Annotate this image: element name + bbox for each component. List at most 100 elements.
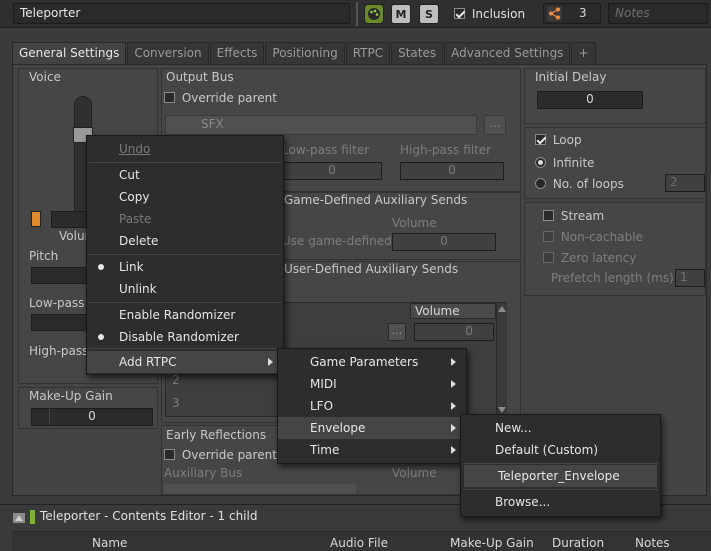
output-bus-selector[interactable]: SFX: [165, 115, 477, 135]
pitch-field[interactable]: [31, 267, 91, 284]
submenu-item-midi[interactable]: MIDI: [278, 373, 466, 395]
tab-effects[interactable]: Effects: [209, 42, 265, 64]
stream-toggle[interactable]: Stream: [543, 209, 604, 223]
context-menu: Undo Cut Copy Paste Delete Link Unlink E…: [86, 135, 284, 375]
non-cachable-label: Non-cachable: [560, 230, 643, 244]
menu-separator: [89, 348, 281, 349]
loop-toggle[interactable]: Loop: [535, 133, 582, 147]
output-bus-override[interactable]: Override parent: [164, 91, 277, 105]
zero-latency-toggle[interactable]: Zero latency: [543, 251, 636, 265]
col-duration[interactable]: Duration: [552, 536, 604, 550]
tab-positioning[interactable]: Positioning: [265, 42, 345, 64]
menu-separator: [463, 489, 658, 490]
menu-item-add-rtpc[interactable]: Add RTPC: [87, 351, 283, 373]
menu-item-disable-randomizer[interactable]: Disable Randomizer: [87, 326, 283, 348]
color-palette-button[interactable]: [364, 4, 384, 24]
zero-latency-checkbox[interactable]: [543, 252, 554, 263]
scroll-down-icon[interactable]: [498, 407, 506, 413]
solo-button[interactable]: S: [419, 4, 439, 24]
col-notes[interactable]: Notes: [635, 536, 670, 550]
submenu-item-game-parameters[interactable]: Game Parameters: [278, 351, 466, 373]
menu-item-enable-randomizer[interactable]: Enable Randomizer: [87, 304, 283, 326]
user-aux-row-2[interactable]: 2: [172, 373, 180, 387]
tab-states[interactable]: States: [391, 42, 444, 64]
user-aux-sends-title: User-Defined Auxiliary Sends: [284, 262, 459, 276]
output-bus-override-checkbox[interactable]: [164, 92, 175, 103]
loop-group: Loop Infinite No. of loops 2: [524, 127, 706, 199]
envelope-item-teleporter-envelope[interactable]: Teleporter_Envelope: [464, 465, 657, 487]
loop-count-radio[interactable]: [535, 178, 546, 189]
menu-item-undo[interactable]: Undo: [87, 138, 283, 160]
tab-advanced-settings[interactable]: Advanced Settings: [444, 42, 571, 64]
submenu-item-envelope-label: Envelope: [310, 421, 366, 435]
tab-general-settings[interactable]: General Settings: [12, 42, 127, 65]
non-cachable-toggle[interactable]: Non-cachable: [543, 230, 643, 244]
user-aux-row1-volume[interactable]: 0: [414, 323, 494, 341]
submenu-arrow-icon: [268, 358, 273, 366]
early-reflections-override-checkbox[interactable]: [164, 449, 175, 460]
col-makeup-gain[interactable]: Make-Up Gain: [450, 536, 534, 550]
game-aux-volume-field[interactable]: 0: [392, 233, 496, 251]
aux-bus-selector[interactable]: [164, 484, 356, 494]
inclusion-toggle[interactable]: Inclusion: [454, 7, 525, 21]
inclusion-checkbox[interactable]: [454, 8, 465, 19]
output-bus-lowpass-field[interactable]: 0: [282, 162, 382, 180]
loop-infinite-radio[interactable]: [535, 157, 546, 168]
makeup-gain-field[interactable]: 0: [31, 408, 153, 426]
property-tabs: General Settings Conversion Effects Posi…: [12, 42, 597, 65]
submenu-item-game-parameters-label: Game Parameters: [310, 355, 419, 369]
references-field[interactable]: 3: [543, 3, 601, 24]
tab-conversion[interactable]: Conversion: [127, 42, 209, 64]
tab-add[interactable]: +: [571, 42, 596, 64]
user-aux-row-3[interactable]: 3: [172, 396, 180, 410]
loop-count-field[interactable]: 2: [665, 174, 705, 192]
menu-item-copy[interactable]: Copy: [87, 186, 283, 208]
tab-rtpc[interactable]: RTPC: [345, 42, 391, 64]
submenu-arrow-icon: [451, 446, 456, 454]
user-aux-scrollbar[interactable]: [496, 303, 507, 416]
menu-separator: [463, 463, 658, 464]
palette-icon: [368, 8, 380, 20]
loop-count-option[interactable]: No. of loops: [535, 177, 624, 191]
output-bus-override-label: Override parent: [181, 91, 277, 105]
initial-delay-field[interactable]: 0: [537, 91, 643, 109]
early-reflections-override-label: Override parent: [181, 448, 277, 462]
menu-item-cut[interactable]: Cut: [87, 164, 283, 186]
output-bus-lowpass-label: Low-pass filter: [282, 143, 370, 157]
menu-item-link[interactable]: Link: [87, 256, 283, 278]
voice-title: Voice: [29, 70, 61, 84]
envelope-submenu: New... Default (Custom) Teleporter_Envel…: [460, 414, 661, 517]
volume-rtpc-indicator[interactable]: [31, 211, 41, 227]
prefetch-field[interactable]: 1: [675, 269, 705, 287]
col-audio-file[interactable]: Audio File: [330, 536, 388, 550]
stream-checkbox[interactable]: [543, 210, 554, 221]
early-reflections-title: Early Reflections: [166, 428, 267, 442]
col-name[interactable]: Name: [92, 536, 127, 550]
output-bus-highpass-field[interactable]: 0: [400, 162, 504, 180]
submenu-item-lfo[interactable]: LFO: [278, 395, 466, 417]
references-count: 3: [579, 6, 587, 20]
envelope-item-new[interactable]: New...: [461, 417, 660, 439]
envelope-item-default[interactable]: Default (Custom): [461, 439, 660, 461]
user-aux-row1-browse-button[interactable]: ...: [388, 323, 406, 341]
menu-item-unlink[interactable]: Unlink: [87, 278, 283, 300]
scroll-up-icon[interactable]: [498, 306, 506, 312]
menu-item-add-rtpc-label: Add RTPC: [119, 355, 177, 369]
voice-lowpass-field[interactable]: [31, 314, 91, 331]
mute-button[interactable]: M: [391, 4, 411, 24]
loop-infinite-option[interactable]: Infinite: [535, 156, 595, 170]
user-aux-col-volume[interactable]: Volume: [410, 303, 496, 319]
loop-count-label: No. of loops: [552, 177, 624, 191]
non-cachable-checkbox[interactable]: [543, 231, 554, 242]
object-name-field[interactable]: Teleporter: [13, 3, 350, 24]
menu-item-paste[interactable]: Paste: [87, 208, 283, 230]
early-reflections-override[interactable]: Override parent: [164, 448, 277, 462]
notes-field[interactable]: Notes: [608, 3, 708, 24]
loop-checkbox[interactable]: [535, 134, 546, 145]
submenu-item-time[interactable]: Time: [278, 439, 466, 461]
makeup-gain-title: Make-Up Gain: [29, 389, 113, 403]
envelope-item-browse[interactable]: Browse...: [461, 491, 660, 513]
output-bus-browse-button[interactable]: ...: [484, 115, 506, 135]
submenu-item-envelope[interactable]: Envelope: [278, 417, 466, 439]
menu-item-delete[interactable]: Delete: [87, 230, 283, 252]
